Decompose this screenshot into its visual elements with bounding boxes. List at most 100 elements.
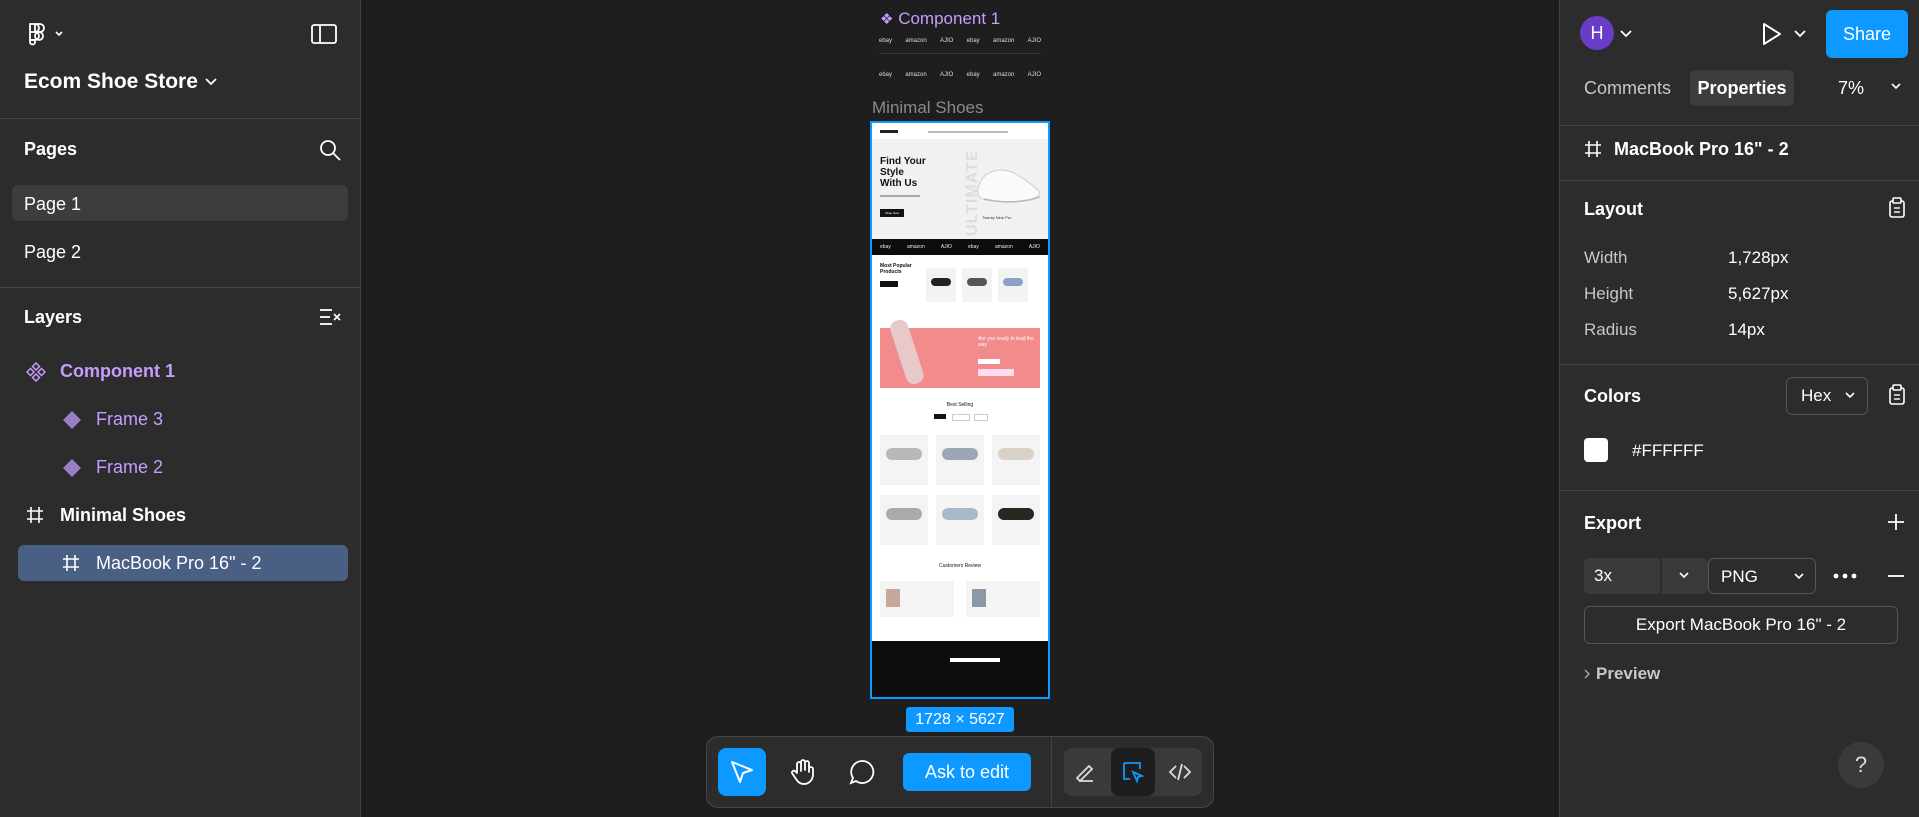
design-mode-button[interactable]: [1111, 748, 1155, 796]
main-menu-button[interactable]: [24, 22, 64, 46]
export-scale-select[interactable]: 3x: [1584, 558, 1708, 594]
ask-to-edit-button[interactable]: Ask to edit: [903, 753, 1031, 791]
file-menu-chevron[interactable]: [204, 76, 218, 88]
page-item-page-2[interactable]: Page 2: [12, 233, 348, 269]
help-button[interactable]: ?: [1838, 742, 1884, 788]
instance-icon: [63, 411, 81, 429]
divider: [1560, 490, 1919, 491]
logo-text: amazon: [905, 38, 927, 44]
search-icon: [320, 140, 341, 161]
play-icon: [1763, 23, 1781, 45]
component-logo-strip[interactable]: ebay amazon AJIO ebay amazon AJIO ebay a…: [879, 35, 1041, 93]
plus-icon: [1888, 514, 1904, 530]
export-format-select[interactable]: PNG: [1708, 558, 1816, 594]
export-format-value: PNG: [1721, 567, 1758, 586]
design-shoe: [998, 448, 1034, 460]
hand-icon: [791, 759, 814, 785]
collapse-layers-button[interactable]: [318, 306, 342, 328]
color-format-select[interactable]: Hex: [1786, 377, 1868, 415]
layer-component-1[interactable]: Component 1: [18, 353, 348, 389]
design-review-avatar: [972, 589, 986, 607]
frame-dimensions-badge: 1728 × 5627: [906, 707, 1014, 732]
color-swatch[interactable]: [1584, 438, 1608, 462]
layer-minimal-shoes[interactable]: Minimal Shoes: [18, 497, 348, 533]
page-label: Page 1: [24, 194, 82, 214]
layer-frame-3[interactable]: Frame 3: [18, 401, 348, 437]
component-icon: [26, 362, 46, 382]
tab-comments[interactable]: Comments: [1584, 78, 1671, 99]
logo-text: ebay: [879, 38, 893, 44]
hand-tool-button[interactable]: [778, 748, 826, 796]
move-tool-button[interactable]: [718, 748, 766, 796]
collapse-layers-icon: [320, 309, 341, 325]
design-popular-button: [880, 281, 898, 287]
layer-label: Frame 3: [96, 409, 164, 429]
layout-title: Layout: [1584, 199, 1644, 219]
dev-mode-button[interactable]: [1158, 748, 1202, 796]
shoe-image-icon: [977, 169, 1041, 203]
export-button[interactable]: Export MacBook Pro 16" - 2: [1584, 606, 1898, 644]
canvas-frame-label[interactable]: Minimal Shoes: [872, 98, 984, 118]
divider: [0, 287, 360, 288]
avatar-menu-chevron[interactable]: [1619, 28, 1633, 40]
design-shoe: [967, 278, 987, 286]
tab-properties[interactable]: Properties: [1690, 70, 1794, 106]
pen-icon: [1075, 764, 1094, 783]
layer-macbook-pro-16-2[interactable]: MacBook Pro 16" - 2: [18, 545, 348, 581]
selected-frame-preview[interactable]: Find Your Style With Us Shop Now ULTIMAT…: [870, 121, 1050, 699]
search-pages-button[interactable]: [318, 138, 342, 162]
export-settings-button[interactable]: [1832, 566, 1858, 586]
width-label: Width: [1584, 248, 1628, 267]
remove-export-button[interactable]: [1886, 566, 1906, 586]
present-button[interactable]: [1758, 21, 1784, 47]
layer-label: MacBook Pro 16" - 2: [96, 553, 262, 573]
toggle-sidebar-button[interactable]: [311, 23, 337, 45]
design-product-card: [992, 495, 1040, 545]
minus-icon: [1888, 575, 1904, 577]
canvas-component-label[interactable]: ❖ Component 1: [880, 9, 1000, 29]
copy-layout-button[interactable]: [1888, 197, 1906, 219]
color-hex-value[interactable]: #FFFFFF: [1632, 441, 1704, 461]
layer-frame-2[interactable]: Frame 2: [18, 449, 348, 485]
design-hero-subtext: [880, 195, 920, 197]
design-promo-text: Are you ready to lead the way: [978, 336, 1034, 348]
chevron-down-icon: [1620, 30, 1632, 38]
layer-label: Frame 2: [96, 457, 164, 477]
frame-icon: [27, 507, 43, 523]
radius-value: 14px: [1728, 320, 1765, 339]
logo-text: ebay: [966, 72, 980, 78]
copy-colors-button[interactable]: [1888, 384, 1906, 406]
draw-mode-button[interactable]: [1064, 748, 1108, 796]
design-shoe: [942, 448, 978, 460]
present-menu-chevron[interactable]: [1793, 28, 1807, 40]
logo-text: amazon: [994, 244, 1013, 250]
chevron-down-icon: [1891, 83, 1901, 90]
component-icon: ❖: [880, 11, 894, 28]
avatar[interactable]: H: [1580, 16, 1614, 50]
design-review-avatar: [886, 589, 900, 607]
clipboard-icon: [1889, 197, 1905, 218]
logo-text: amazon: [992, 72, 1015, 78]
design-product-card: [936, 495, 984, 545]
share-button[interactable]: Share: [1826, 10, 1908, 58]
pages-title: Pages: [24, 139, 78, 159]
file-name[interactable]: Ecom Shoe Store: [24, 70, 198, 94]
color-format-value: Hex: [1801, 386, 1832, 405]
zoom-menu-chevron[interactable]: [1890, 82, 1902, 92]
design-hero-cta: Shop Now: [880, 209, 904, 217]
design-shoe: [886, 448, 922, 460]
logo-text: ebay: [968, 244, 979, 250]
zoom-level[interactable]: 7%: [1838, 78, 1864, 99]
design-logo-band: ebay amazon AJIO ebay amazon AJIO: [872, 239, 1048, 255]
chevron-right-icon: [1584, 669, 1590, 679]
divider: [1560, 180, 1919, 181]
comment-tool-button[interactable]: [838, 748, 886, 796]
add-export-button[interactable]: [1886, 512, 1906, 532]
logo-row: ebay amazon AJIO ebay amazon AJIO: [879, 38, 1041, 44]
page-item-page-1[interactable]: Page 1: [12, 185, 348, 221]
hero-line: Style: [880, 167, 904, 178]
divider: [1560, 364, 1919, 365]
chevron-down-icon: [1794, 30, 1806, 38]
chevron-down-icon: [205, 78, 217, 86]
height-label: Height: [1584, 284, 1634, 303]
